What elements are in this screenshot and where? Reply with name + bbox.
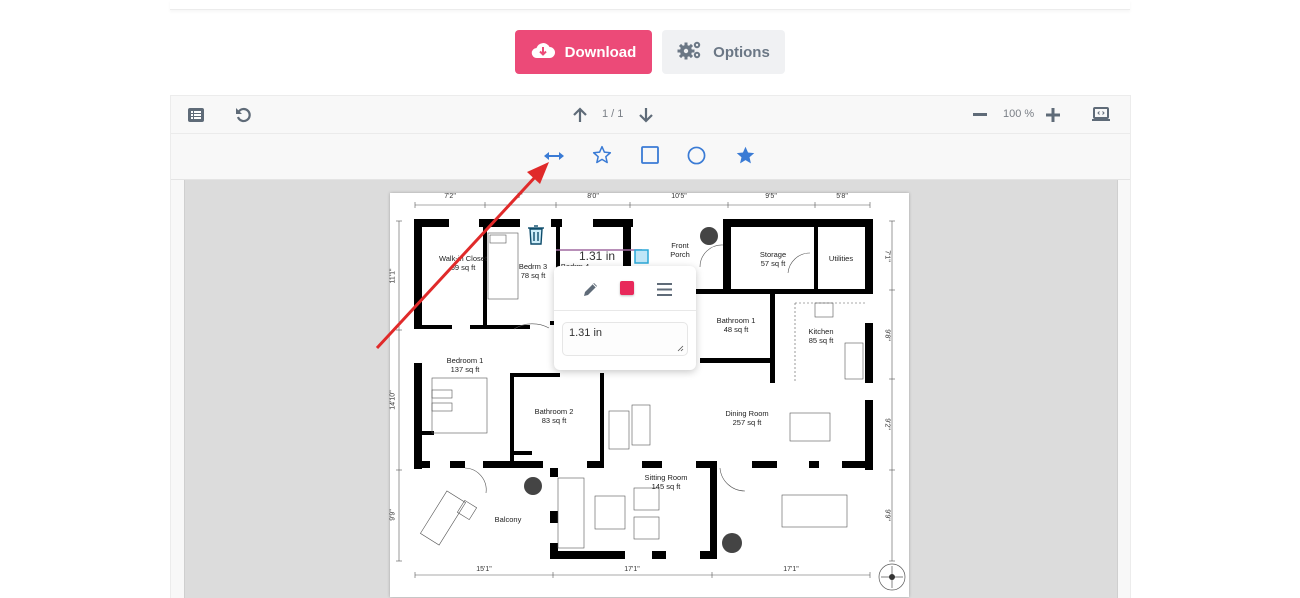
zoom-in-icon[interactable] [1044,106,1062,124]
room-utilities: Utilities [828,254,854,263]
room-bathroom-2: Bathroom 2 83 sq ft [534,407,574,425]
annotation-popup: 1.31 in [554,266,696,370]
room-walk-in-closet: Walk-in Closet 69 sq ft [438,254,488,272]
dim-top-5: 9'5" [765,193,777,200]
options-label: Options [713,43,770,61]
circle-icon[interactable] [686,145,706,165]
dim-left-1: 11'1" [389,268,397,284]
pdf-page[interactable]: 7'2" 7' 8'0" 10'5" 9'5" 5'8" 15'1" 17'1"… [390,193,909,597]
dim-right-3: 9'2" [883,418,891,430]
room-dining-room: Dining Room 257 sq ft [725,409,769,427]
download-button[interactable]: Download [515,30,652,74]
page-indicator: 1 / 1 [602,108,624,120]
dim-right-4: 9'9" [883,509,891,521]
measurement-label: 1.31 in [579,249,616,263]
trash-icon[interactable] [528,225,544,245]
room-bedroom-1: Bedroom 1 137 sq ft [446,356,484,374]
dim-right-1: 7'1" [883,250,891,262]
popup-toolbar [554,266,696,311]
presentation-mode-icon[interactable] [1091,105,1111,123]
dim-left-2: 14'10" [389,390,397,410]
room-front-porch: Front Porch [670,241,690,259]
dim-bottom-3: 17'1" [783,566,799,573]
pencil-icon[interactable] [580,279,600,299]
previous-page-icon[interactable] [571,106,589,124]
dim-top-2: 7' [517,193,523,200]
gears-icon [677,40,703,64]
annotation-toolbar [171,134,1130,180]
zoom-out-icon[interactable] [971,106,989,124]
rotate-undo-icon[interactable] [234,106,252,124]
room-sitting-room: Sitting Room 145 sq ft [644,473,688,491]
dim-bottom-1: 15'1" [476,566,492,573]
menu-icon[interactable] [654,279,674,299]
note-text: 1.31 in [569,327,603,339]
dim-right-2: 9'8" [883,329,891,341]
square-icon[interactable] [640,145,660,165]
dim-bottom-2: 17'1" [624,566,640,573]
double-arrow-icon[interactable] [543,146,565,166]
options-button[interactable]: Options [662,30,785,74]
dim-top-6: 5'8" [836,193,848,200]
resize-handle-icon[interactable] [677,345,684,352]
top-strip [170,0,1130,10]
download-label: Download [564,43,637,61]
dim-top-4: 10'5" [671,193,687,200]
room-balcony: Balcony [494,515,522,524]
color-swatch-icon[interactable] [618,279,636,297]
next-page-icon[interactable] [637,106,655,124]
dim-top-1: 7'2" [444,193,456,200]
annotation-note-textarea[interactable]: 1.31 in [562,322,688,356]
dim-left-3: 9'9" [389,509,397,521]
dim-top-3: 8'0" [587,193,599,200]
zoom-level: 100 % [1003,108,1035,120]
cloud-download-icon [531,41,555,63]
room-bathroom-1: Bathroom 1 48 sq ft [716,316,756,334]
sidebar-list-icon[interactable] [187,106,205,124]
room-bedrm-3: Bedrm 3 78 sq ft [518,262,548,280]
room-kitchen: Kitchen 85 sq ft [808,327,834,345]
star-outline-icon[interactable] [591,144,613,166]
star-filled-icon[interactable] [734,144,756,166]
main-toolbar: 1 / 1 100 % [171,96,1130,134]
room-storage: Storage 57 sq ft [759,250,787,268]
